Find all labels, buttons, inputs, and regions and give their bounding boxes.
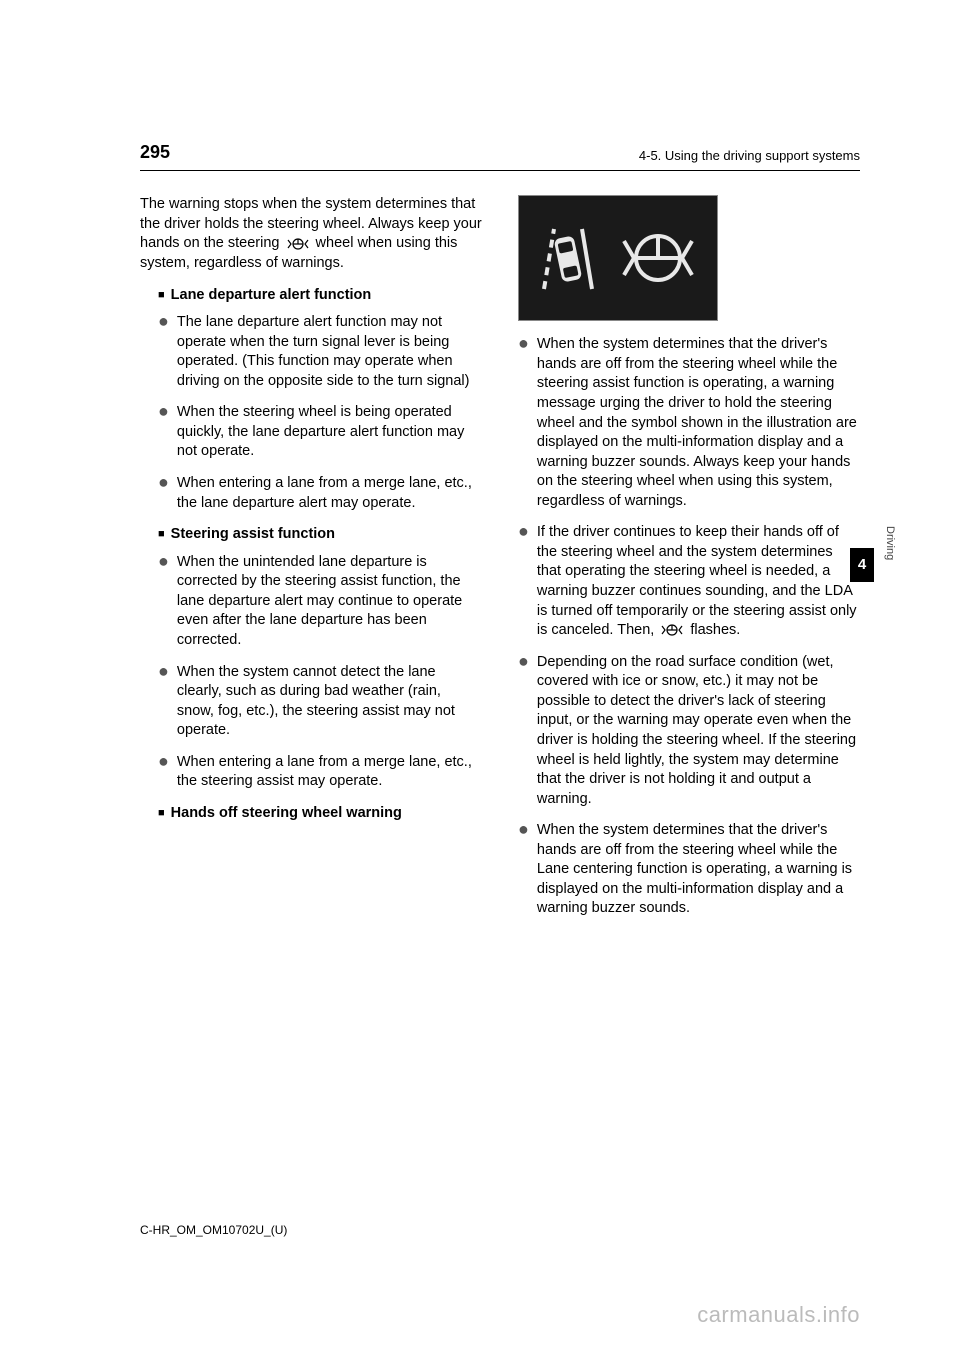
bullet-item: ● When the system determines that the dr…: [518, 335, 860, 511]
chapter-number: 4: [858, 555, 866, 575]
chapter-tab: 4: [850, 548, 874, 582]
steering-wheel-vibrate-icon: [286, 236, 310, 252]
watermark: carmanuals.info: [697, 1300, 860, 1330]
section-steering-assist: ■ Steering assist function: [158, 525, 482, 545]
page-number: 295: [140, 140, 170, 164]
bullet-text: When the system determines that the driv…: [537, 821, 860, 919]
bullet-dot-icon: ●: [158, 473, 169, 512]
section-title: Lane departure alert function: [171, 286, 372, 306]
chapter-tab-label: Driving: [882, 526, 897, 596]
section-title: Hands off steering wheel warning: [171, 804, 402, 824]
square-bullet-icon: ■: [158, 806, 165, 826]
bullet-text: When the steering wheel is being operate…: [177, 403, 482, 462]
bullet-dot-icon: ●: [158, 312, 169, 390]
square-bullet-icon: ■: [158, 288, 165, 308]
bullet-dot-icon: ●: [518, 522, 529, 639]
steering-wheel-vibrate-icon: [660, 622, 684, 638]
bullet-item: ● When the steering wheel is being opera…: [158, 403, 482, 462]
bullet-dot-icon: ●: [518, 820, 529, 918]
bullet-dot-icon: ●: [518, 652, 529, 809]
section-title: Steering assist function: [171, 525, 335, 545]
section-path: 4-5. Using the driving support systems: [639, 147, 860, 165]
bullet-item: ● Depending on the road surface conditio…: [518, 653, 860, 810]
doc-reference: C-HR_OM_OM10702U_(U): [140, 1222, 287, 1238]
bullet-text: Depending on the road surface condition …: [537, 653, 860, 810]
bullet-dot-icon: ●: [518, 334, 529, 510]
square-bullet-icon: ■: [158, 527, 165, 547]
bullet-item: ● When the unintended lane departure is …: [158, 553, 482, 651]
bullet-item: ● If the driver continues to keep their …: [518, 523, 860, 640]
intro-paragraph: The warning stops when the system determ…: [140, 195, 482, 273]
bullet-dot-icon: ●: [158, 752, 169, 791]
warning-display-illustration: [518, 195, 718, 321]
steering-wheel-warning-icon: [618, 223, 698, 293]
bullet-item: ● When the system cannot detect the lane…: [158, 663, 482, 741]
bullet-dot-icon: ●: [158, 402, 169, 461]
lane-departure-icon: [538, 223, 598, 293]
bullet-item: ● When entering a lane from a merge lane…: [158, 753, 482, 792]
bullet-text: When the unintended lane departure is co…: [177, 553, 482, 651]
bullet-text: When the system determines that the driv…: [537, 335, 860, 511]
page-header: 295 4-5. Using the driving support syste…: [140, 140, 860, 171]
bullet-item: ● The lane departure alert function may …: [158, 313, 482, 391]
bullet-dot-icon: ●: [158, 552, 169, 650]
bullet-text: The lane departure alert function may no…: [177, 313, 482, 391]
bullet-item: ● When entering a lane from a merge lane…: [158, 474, 482, 513]
bullet-text: When entering a lane from a merge lane, …: [177, 474, 482, 513]
text-after-icon: flashes.: [686, 622, 740, 638]
bullet-dot-icon: ●: [158, 662, 169, 740]
section-lane-departure-alert: ■ Lane departure alert function: [158, 286, 482, 306]
content-columns: The warning stops when the system determ…: [140, 195, 860, 919]
section-hands-off-warning: ■ Hands off steering wheel warning: [158, 804, 482, 824]
bullet-text: If the driver continues to keep their ha…: [537, 523, 860, 640]
bullet-text: When the system cannot detect the lane c…: [177, 663, 482, 741]
bullet-text: When entering a lane from a merge lane, …: [177, 753, 482, 792]
bullet-item: ● When the system determines that the dr…: [518, 821, 860, 919]
